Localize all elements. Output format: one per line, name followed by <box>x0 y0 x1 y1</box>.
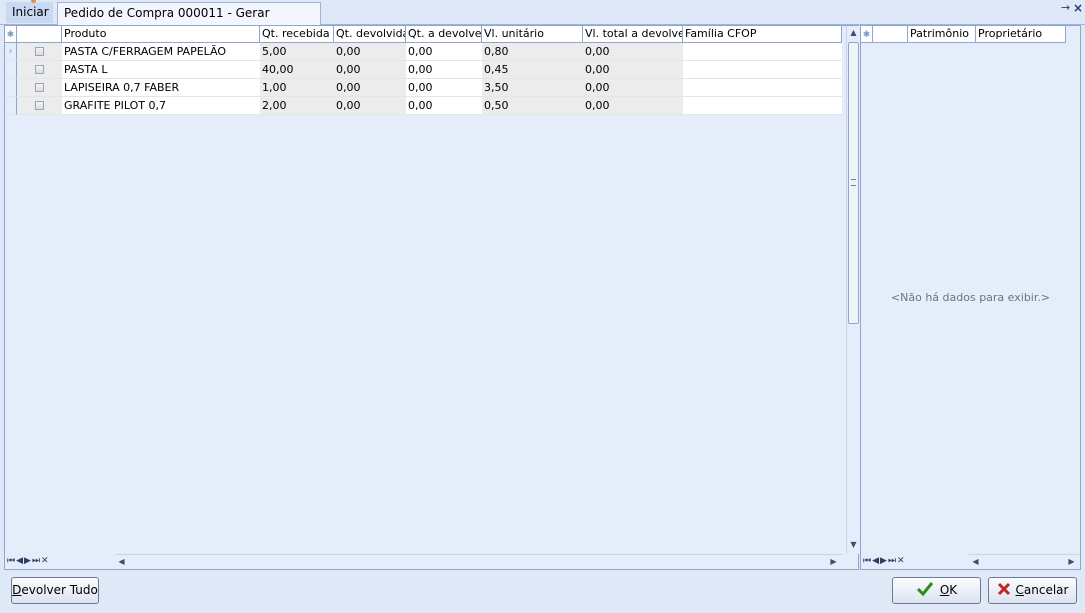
row-checkbox[interactable] <box>35 101 44 110</box>
ok-button[interactable]: OK <box>892 577 981 604</box>
new-row-icon: ✱ <box>861 26 873 43</box>
horizontal-scrollbar[interactable]: ◀ ▶ <box>115 554 843 569</box>
column-header-patrimonio[interactable]: Patrimônio <box>908 26 976 43</box>
row-indicator[interactable] <box>5 79 17 97</box>
new-row-icon: ✱ <box>5 26 17 43</box>
cancelar-label: ancelar <box>1023 583 1069 597</box>
cell-vl-total[interactable]: 0,00 <box>583 43 683 61</box>
cell-familia-cfop[interactable] <box>683 43 842 61</box>
scroll-down-icon[interactable]: ▼ <box>847 538 860 552</box>
empty-message: <Não há dados para exibir.> <box>890 291 1051 304</box>
cell-vl-unitario[interactable]: 0,45 <box>482 61 583 79</box>
cell-produto[interactable]: PASTA C/FERRAGEM PAPELÃO <box>62 43 260 61</box>
cell-vl-unitario[interactable]: 3,50 <box>482 79 583 97</box>
cell-familia-cfop[interactable] <box>683 61 842 79</box>
column-header-vl-total[interactable]: Vl. total a devolver <box>583 26 683 43</box>
cancelar-mnemonic: C <box>1015 583 1024 597</box>
cell-vl-total[interactable]: 0,00 <box>583 79 683 97</box>
cell-produto[interactable]: LAPISEIRA 0,7 FABER <box>62 79 260 97</box>
devolver-tudo-button[interactable]: Devolver Tudo <box>11 577 99 604</box>
ok-label: K <box>949 583 958 597</box>
cell-qt-devolvida[interactable]: 0,00 <box>334 97 406 115</box>
column-header-proprietario[interactable]: Proprietário <box>976 26 1066 43</box>
row-indicator[interactable] <box>5 61 17 79</box>
devolver-tudo-mnemonic: D <box>12 583 22 597</box>
cell-vl-unitario[interactable]: 0,80 <box>482 43 583 61</box>
cell-qt-a-devolver[interactable]: 0,00 <box>406 97 482 115</box>
column-header-vl-unitario[interactable]: Vl. unitário <box>482 26 583 43</box>
scroll-right-icon[interactable]: ▶ <box>1065 555 1078 569</box>
row-checkbox[interactable] <box>35 47 44 56</box>
row-checkbox-cell <box>17 61 62 79</box>
cancel-x-icon <box>997 582 1010 596</box>
record-navigator[interactable]: ⏮◀▶⏭✕ <box>7 553 67 569</box>
scroll-right-icon[interactable]: ▶ <box>827 555 840 569</box>
row-checkbox-cell <box>17 79 62 97</box>
vertical-scrollbar[interactable]: ▲ ▼ <box>846 26 860 554</box>
devolver-tudo-label: evolver Tudo <box>21 583 98 597</box>
record-navigator[interactable]: ⏮◀▶⏭✕ <box>863 553 923 569</box>
tab-pedido-de-compra[interactable]: Pedido de Compra 000011 - Gerar devolu..… <box>57 2 321 40</box>
cell-familia-cfop[interactable] <box>683 79 842 97</box>
column-header-qt-recebida[interactable]: Qt. recebida <box>260 26 334 43</box>
row-indicator[interactable] <box>5 97 17 115</box>
tab-strip: Iniciar Pedido de Compra 000011 - Gerar … <box>0 0 1085 40</box>
column-header-produto[interactable]: Produto <box>62 26 260 43</box>
scroll-left-icon[interactable]: ◀ <box>969 555 982 569</box>
cell-vl-total[interactable]: 0,00 <box>583 97 683 115</box>
close-icon[interactable]: × <box>1073 1 1083 15</box>
cell-qt-devolvida[interactable]: 0,00 <box>334 43 406 61</box>
cell-qt-a-devolver[interactable]: 0,00 <box>406 79 482 97</box>
grip-icon <box>851 179 856 186</box>
row-checkbox[interactable] <box>35 65 44 74</box>
row-checkbox[interactable] <box>35 83 44 92</box>
cell-qt-a-devolver[interactable]: 0,00 <box>406 43 482 61</box>
patrimonio-grid: ✱ Patrimônio Proprietário <Não há dados … <box>860 25 1081 570</box>
cell-qt-devolvida[interactable]: 0,00 <box>334 61 406 79</box>
scroll-left-icon[interactable]: ◀ <box>115 555 128 569</box>
items-grid: ✱ Produto Qt. recebida Qt. devolvida Qt.… <box>4 25 860 570</box>
cell-qt-devolvida[interactable]: 0,00 <box>334 79 406 97</box>
cell-produto[interactable]: GRAFITE PILOT 0,7 <box>62 97 260 115</box>
vertical-scroll-thumb[interactable] <box>848 42 859 324</box>
column-header-qt-a-devolver[interactable]: Qt. a devolver <box>406 26 482 43</box>
row-checkbox-cell <box>17 97 62 115</box>
cell-qt-recebida[interactable]: 5,00 <box>260 43 334 61</box>
cell-qt-recebida[interactable]: 2,00 <box>260 97 334 115</box>
cell-vl-total[interactable]: 0,00 <box>583 61 683 79</box>
ok-mnemonic: O <box>939 583 950 597</box>
horizontal-scrollbar[interactable]: ◀ ▶ <box>969 554 1079 569</box>
row-checkbox-cell <box>17 43 62 61</box>
current-row-indicator-icon[interactable]: › <box>5 43 17 61</box>
cancel-button[interactable]: Cancelar <box>988 577 1077 604</box>
select-all-header[interactable] <box>17 26 62 43</box>
column-header-qt-devolvida[interactable]: Qt. devolvida <box>334 26 406 43</box>
check-icon <box>916 582 933 597</box>
cell-vl-unitario[interactable]: 0,50 <box>482 97 583 115</box>
cell-qt-a-devolver[interactable]: 0,00 <box>406 61 482 79</box>
cell-produto[interactable]: PASTA L <box>62 61 260 79</box>
column-header-familia-cfop[interactable]: Família CFOP <box>683 26 842 43</box>
side-select-header[interactable] <box>873 26 908 43</box>
cell-qt-recebida[interactable]: 40,00 <box>260 61 334 79</box>
cell-familia-cfop[interactable] <box>683 97 842 115</box>
tab-iniciar[interactable]: Iniciar <box>6 2 53 23</box>
cell-qt-recebida[interactable]: 1,00 <box>260 79 334 97</box>
scroll-up-icon[interactable]: ▲ <box>847 26 860 40</box>
pin-arrow-icon[interactable]: → <box>1061 1 1071 15</box>
